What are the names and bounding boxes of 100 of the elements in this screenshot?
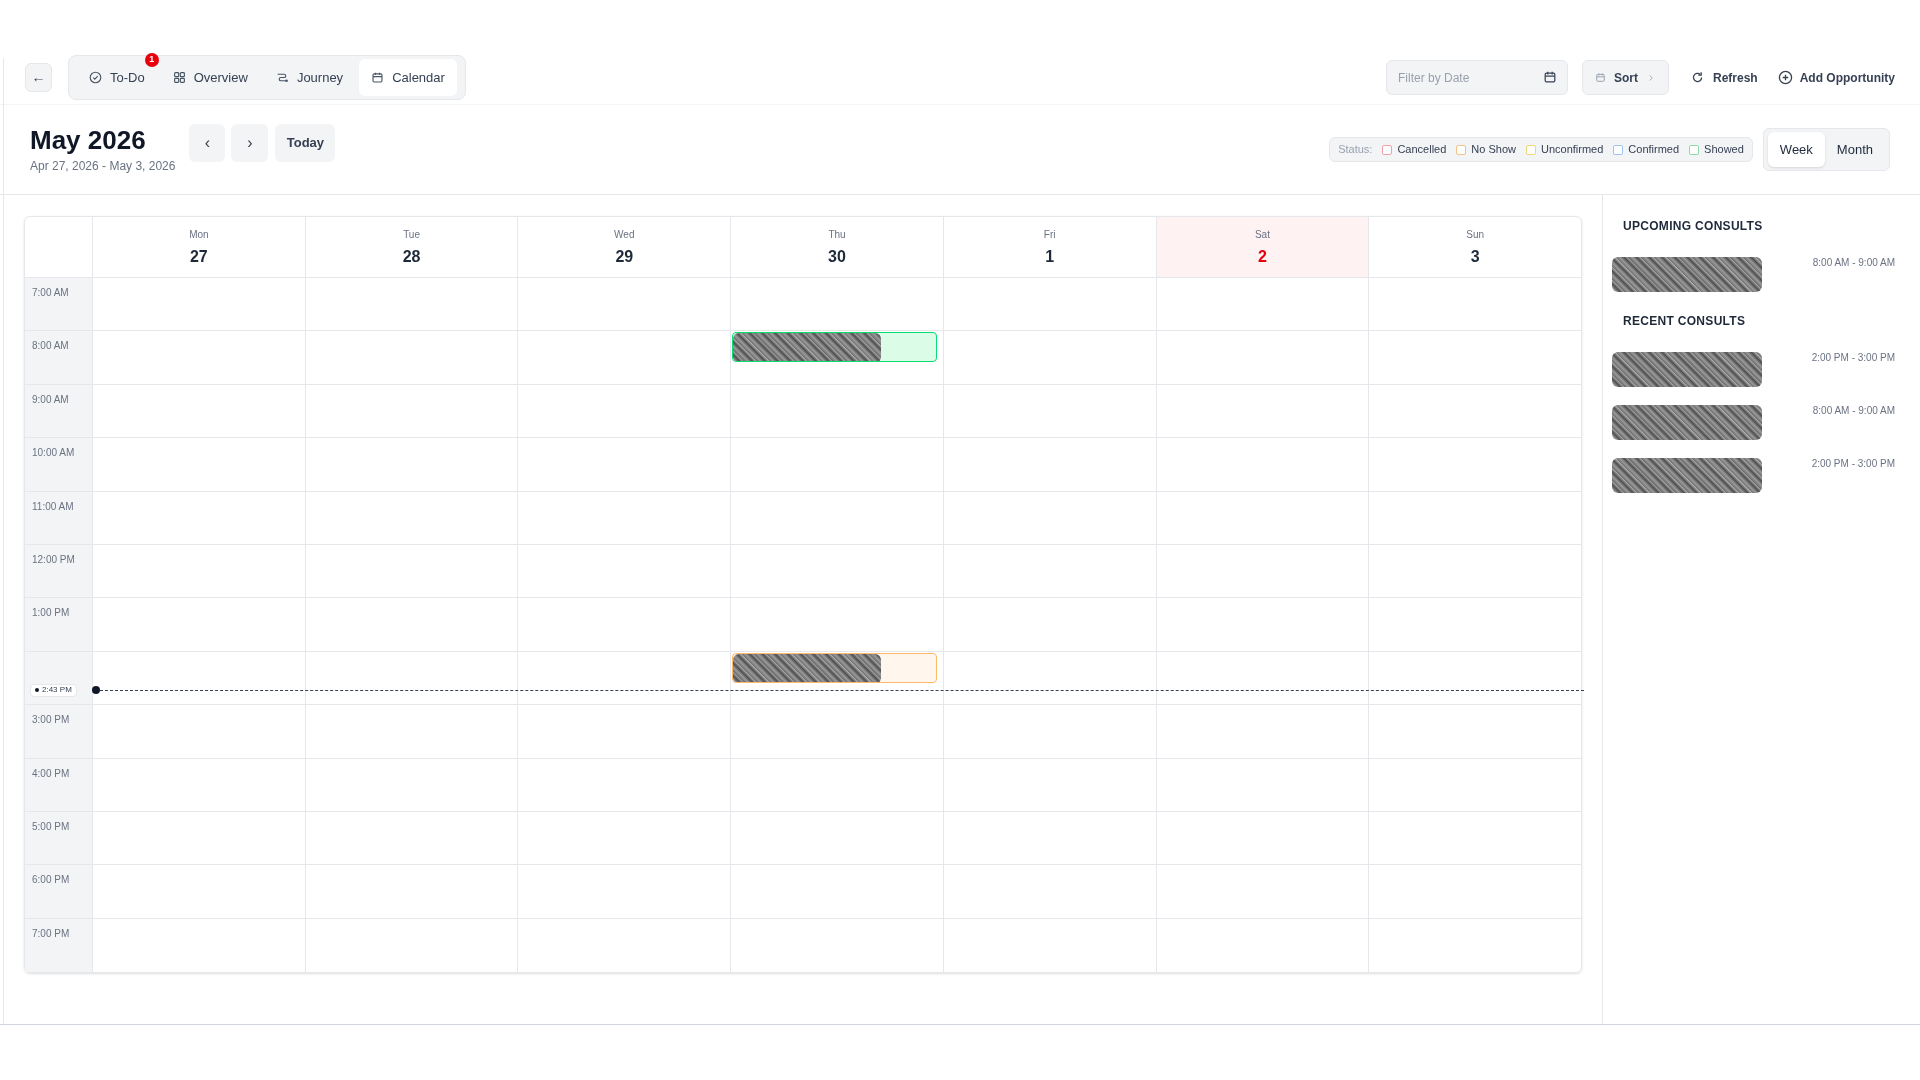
calendar-cell[interactable] [942,758,1156,812]
calendar-cell[interactable] [730,705,943,759]
view-tab[interactable]: Month [1824,132,1885,167]
calendar-cell[interactable] [304,544,518,599]
calendar-cell[interactable] [1155,278,1369,332]
appointment-block[interactable] [732,652,937,683]
calendar-cell[interactable] [1368,865,1581,919]
date-filter-field[interactable]: Filter by Date [1386,60,1568,95]
calendar-cell[interactable] [92,491,305,545]
calendar-cell[interactable] [92,651,305,706]
calendar-cell[interactable] [1155,598,1369,652]
tab[interactable]: Overview [160,59,260,96]
calendar-cell[interactable] [730,278,943,332]
calendar-cell[interactable] [730,758,943,812]
calendar-cell[interactable] [1155,705,1369,759]
calendar-cell[interactable] [1155,438,1369,492]
calendar-cell[interactable] [942,438,1156,492]
calendar-cell[interactable] [730,438,943,492]
calendar-cell[interactable] [730,331,943,385]
calendar-cell[interactable] [517,598,731,652]
calendar-cell[interactable] [92,758,305,812]
calendar-cell[interactable] [304,331,518,385]
calendar-cell[interactable] [304,811,518,866]
calendar-cell[interactable] [517,438,731,492]
calendar-cell[interactable] [1368,331,1581,385]
calendar-cell[interactable] [517,651,731,706]
calendar-cell[interactable] [1368,811,1581,866]
previous-button[interactable]: ‹ [189,123,226,162]
calendar-cell[interactable] [517,811,731,866]
calendar-cell[interactable] [730,598,943,652]
add-opportunity-button[interactable]: Add Opportunity [1777,60,1895,95]
calendar-cell[interactable] [517,491,731,545]
calendar-cell[interactable] [1155,331,1369,385]
calendar-cell[interactable] [942,811,1156,866]
calendar-cell[interactable] [92,438,305,492]
calendar-cell[interactable] [517,865,731,919]
calendar-cell[interactable] [942,598,1156,652]
calendar-cell[interactable] [942,278,1156,332]
calendar-cell[interactable] [92,811,305,866]
calendar-cell[interactable] [304,705,518,759]
back-button[interactable]: ← [25,63,52,92]
calendar-cell[interactable] [1155,384,1369,439]
calendar-cell[interactable] [1368,438,1581,492]
calendar-cell[interactable] [730,865,943,919]
calendar-cell[interactable] [942,705,1156,759]
refresh-button[interactable]: Refresh [1691,60,1758,95]
next-button[interactable]: › [231,123,269,162]
calendar-cell[interactable] [730,384,943,439]
calendar-cell[interactable] [1155,651,1369,706]
appointment-block[interactable] [732,332,937,363]
calendar-cell[interactable] [304,278,518,332]
calendar-cell[interactable] [517,384,731,439]
calendar-cell[interactable] [1155,758,1369,812]
calendar-cell[interactable] [942,865,1156,919]
calendar-cell[interactable] [942,331,1156,385]
calendar-cell[interactable] [942,384,1156,439]
calendar-cell[interactable] [304,758,518,812]
calendar-cell[interactable] [517,331,731,385]
calendar-cell[interactable] [517,705,731,759]
calendar-cell[interactable] [92,278,305,332]
today-button[interactable]: Today [275,123,336,162]
calendar-cell[interactable] [517,278,731,332]
calendar-cell[interactable] [730,811,943,866]
sort-button[interactable]: Sort [1582,60,1669,95]
calendar-cell[interactable] [92,544,305,599]
calendar-cell[interactable] [730,651,943,706]
calendar-cell[interactable] [92,865,305,919]
calendar-cell[interactable] [1368,598,1581,652]
view-tab[interactable]: Week [1767,132,1825,167]
calendar-cell[interactable] [942,544,1156,599]
calendar-cell[interactable] [1368,758,1581,812]
calendar-cell[interactable] [1155,865,1369,919]
legend-label: Status: [1338,142,1373,158]
calendar-cell[interactable] [1368,384,1581,439]
calendar-cell[interactable] [517,544,731,599]
calendar-cell[interactable] [517,758,731,812]
calendar-cell[interactable] [942,651,1156,706]
calendar-cell[interactable] [304,598,518,652]
calendar-cell[interactable] [1368,651,1581,706]
calendar-cell[interactable] [1368,278,1581,332]
calendar-cell[interactable] [1155,491,1369,545]
calendar-cell[interactable] [1368,544,1581,599]
tab[interactable]: Journey [263,59,356,96]
calendar-cell[interactable] [1155,811,1369,866]
calendar-cell[interactable] [1368,491,1581,545]
calendar-cell[interactable] [304,438,518,492]
calendar-cell[interactable] [1155,544,1369,599]
calendar-cell[interactable] [92,331,305,385]
calendar-cell[interactable] [304,491,518,545]
calendar-cell[interactable] [92,384,305,439]
calendar-cell[interactable] [730,544,943,599]
calendar-cell[interactable] [92,598,305,652]
calendar-cell[interactable] [942,491,1156,545]
calendar-cell[interactable] [304,865,518,919]
calendar-cell[interactable] [92,705,305,759]
calendar-cell[interactable] [1368,705,1581,759]
calendar-cell[interactable] [730,491,943,545]
tab[interactable]: Calendar [359,59,457,96]
calendar-cell[interactable] [304,651,518,706]
calendar-cell[interactable] [304,384,518,439]
